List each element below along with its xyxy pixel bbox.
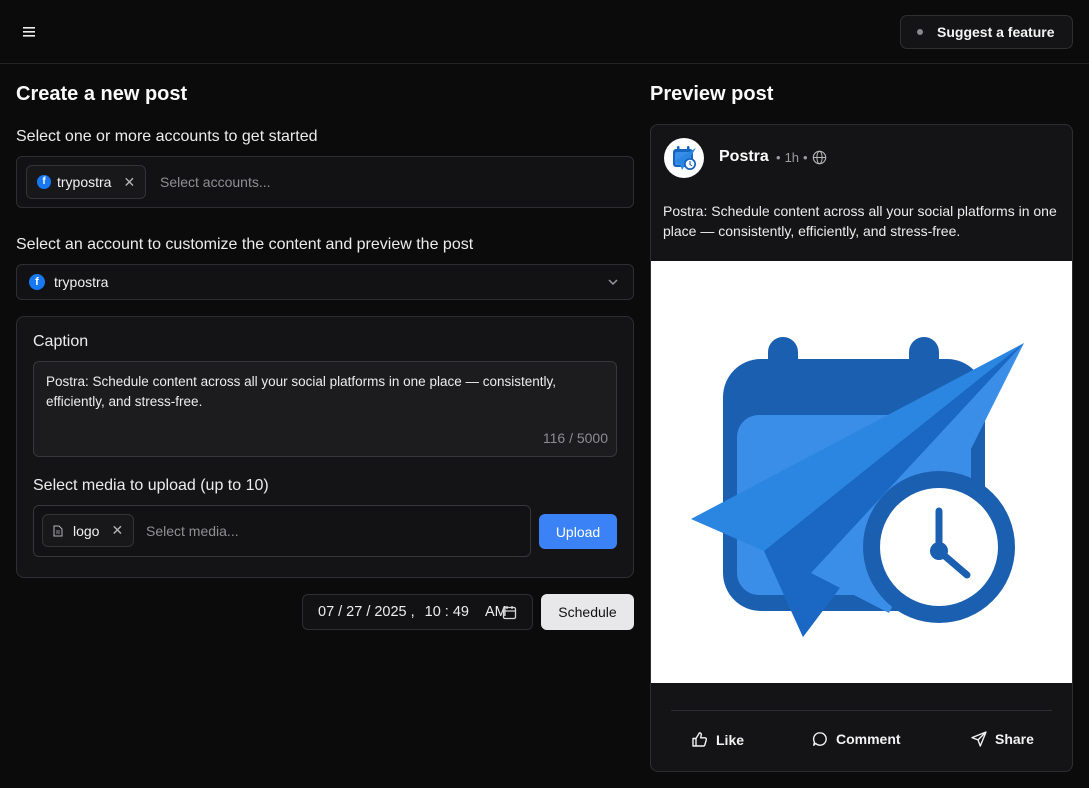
chevron-down-icon xyxy=(608,279,618,286)
schedule-button[interactable]: Schedule xyxy=(541,594,634,630)
media-placeholder[interactable]: Select media... xyxy=(146,523,239,539)
accounts-placeholder[interactable]: Select accounts... xyxy=(160,174,271,190)
media-multiselect[interactable]: logo ✕ Select media... xyxy=(33,505,531,557)
suggest-feature-label: Suggest a feature xyxy=(937,24,1055,40)
post-image xyxy=(651,261,1072,683)
globe-icon xyxy=(812,150,826,165)
send-icon xyxy=(971,731,987,747)
suggest-feature-button[interactable]: Suggest a feature xyxy=(900,15,1073,49)
date-day[interactable]: 27 xyxy=(346,604,362,620)
hamburger-menu-icon[interactable] xyxy=(18,20,42,44)
accounts-multiselect[interactable]: f trypostra ✕ Select accounts... xyxy=(16,156,634,208)
post-time: 1h xyxy=(784,150,800,165)
upload-button[interactable]: Upload xyxy=(539,514,617,549)
caption-textarea[interactable]: Postra: Schedule content across all your… xyxy=(33,361,617,457)
preview-card: Postra • 1h • Postra: Schedule content a… xyxy=(650,124,1073,772)
date-separator: / xyxy=(366,604,371,620)
facebook-icon: f xyxy=(37,175,51,189)
caption-text: Postra: Schedule content across all your… xyxy=(46,374,557,409)
date-separator: / xyxy=(338,604,343,620)
media-label: Select media to upload (up to 10) xyxy=(33,477,269,494)
preview-post-text: Postra: Schedule content across all your… xyxy=(663,203,1057,239)
caption-counter: 116 / 5000 xyxy=(542,430,608,446)
caption-label: Caption xyxy=(33,333,89,350)
avatar xyxy=(664,138,704,178)
create-post-title: Create a new post xyxy=(16,83,188,105)
date-comma: , xyxy=(410,604,415,620)
comment-label: Comment xyxy=(836,731,901,747)
remove-account-icon[interactable]: ✕ xyxy=(123,174,135,191)
customize-label: Select an account to customize the conte… xyxy=(16,236,474,253)
customize-account-value: trypostra xyxy=(54,274,109,290)
media-chip-label: logo xyxy=(73,522,100,539)
file-icon xyxy=(53,525,63,536)
time-separator: : xyxy=(444,604,449,620)
remove-media-icon[interactable]: ✕ xyxy=(111,522,123,539)
like-label: Like xyxy=(716,731,745,748)
share-label: Share xyxy=(995,731,1034,747)
customize-account-select[interactable]: f trypostra xyxy=(16,264,634,300)
postra-logo-image xyxy=(691,337,1024,637)
comment-icon xyxy=(812,732,827,746)
top-bar: Suggest a feature xyxy=(0,0,1089,64)
time-hour[interactable]: 10 xyxy=(425,604,441,620)
preview-account-name[interactable]: Postra xyxy=(719,148,769,166)
date-year[interactable]: 2025 xyxy=(374,604,406,620)
post-meta: • 1h • xyxy=(776,150,827,165)
like-button[interactable]: Like xyxy=(691,731,744,748)
facebook-icon: f xyxy=(29,274,45,290)
share-button[interactable]: Share xyxy=(971,731,1034,747)
account-chip-label: trypostra xyxy=(57,174,112,190)
account-chip: f trypostra ✕ xyxy=(26,165,147,199)
schedule-datetime-input[interactable]: 07 / 27 / 2025 , 10 : 49 AM xyxy=(302,594,533,630)
thumbs-up-icon xyxy=(692,732,708,747)
preview-post-title: Preview post xyxy=(650,83,774,105)
meta-dot: • xyxy=(776,150,781,165)
date-month[interactable]: 07 xyxy=(318,604,334,620)
meta-dot: • xyxy=(803,150,808,165)
calendar-icon[interactable] xyxy=(502,605,517,620)
accounts-label: Select one or more accounts to get start… xyxy=(16,128,318,145)
media-chip: logo ✕ xyxy=(42,514,135,547)
dot-icon xyxy=(917,29,923,35)
actions-divider xyxy=(671,710,1052,711)
caption-card: Caption Postra: Schedule content across … xyxy=(16,316,634,578)
time-minute[interactable]: 49 xyxy=(453,604,469,620)
comment-button[interactable]: Comment xyxy=(812,731,901,747)
